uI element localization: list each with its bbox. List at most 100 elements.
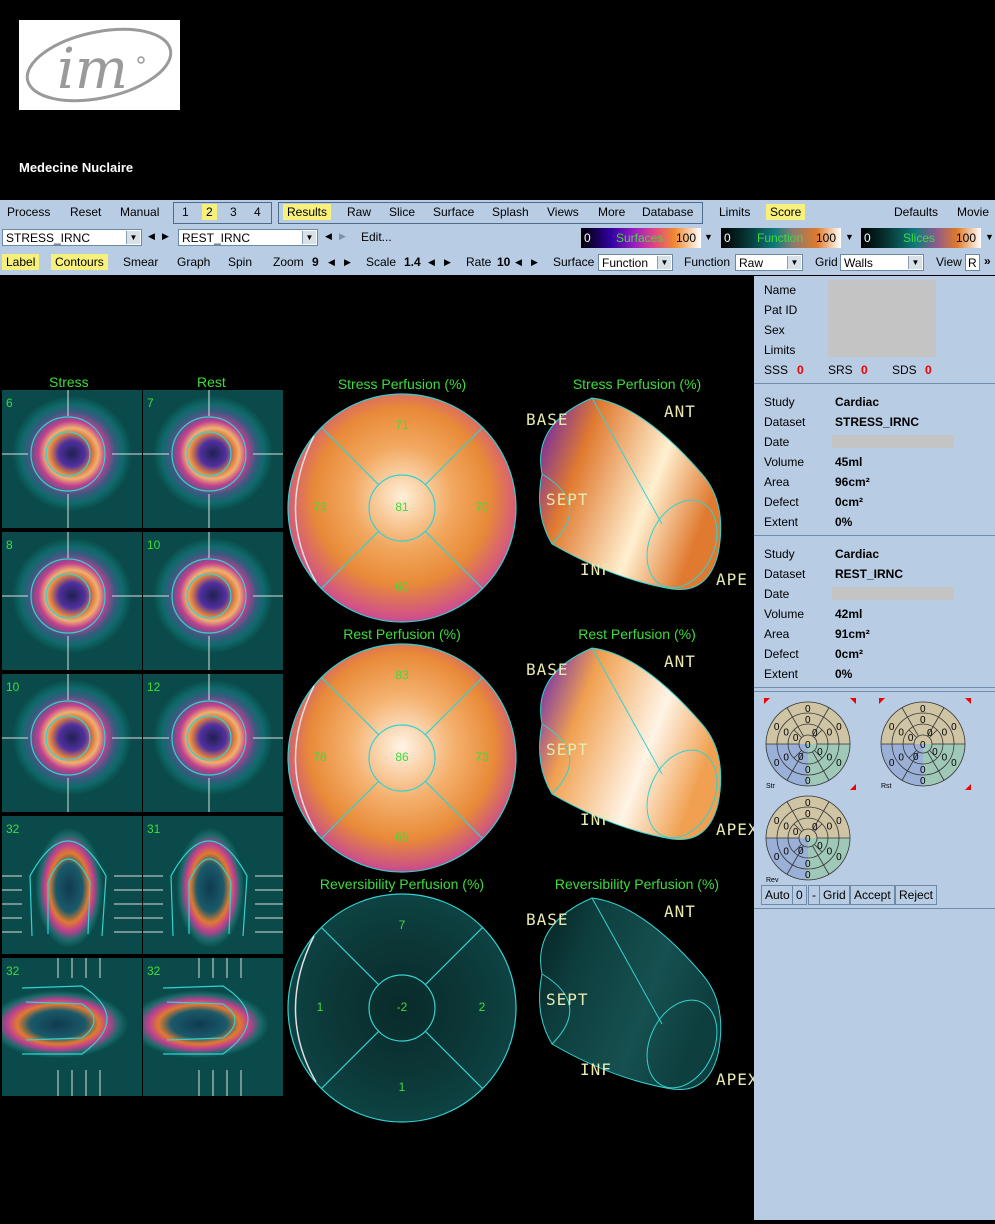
- limits-button[interactable]: Limits: [715, 204, 754, 220]
- slices-chevron-down-icon[interactable]: ▼: [985, 232, 994, 242]
- rest-column-title: Rest: [197, 374, 226, 390]
- slice-number: 32: [6, 964, 20, 978]
- score-bullseye[interactable]: 000000000000000 00Rst: [879, 698, 971, 790]
- process-button[interactable]: Process: [3, 204, 54, 220]
- splash-tab[interactable]: Splash: [488, 204, 533, 220]
- svg-text:Rev: Rev: [766, 877, 779, 884]
- polar-map: 83 78 86 73 65: [286, 642, 518, 874]
- svg-text:0: 0: [942, 728, 948, 739]
- function-chevron-down-icon[interactable]: ▼: [845, 232, 854, 242]
- function-select[interactable]: Raw ▼: [735, 254, 803, 271]
- im-logo-graphic: im: [25, 27, 173, 103]
- label-toggle[interactable]: Label: [2, 254, 40, 270]
- slice-contours: [2, 532, 142, 670]
- score-bullseye[interactable]: 000000000000000 00Rev: [764, 792, 856, 884]
- slice-image: 32: [143, 958, 283, 1096]
- svg-text:0: 0: [812, 822, 818, 833]
- slice-contours: [2, 840, 142, 937]
- slices-colorbar[interactable]: 0 Slices 100: [861, 228, 981, 248]
- edit-button[interactable]: Edit...: [357, 229, 396, 245]
- rate-increase-icon[interactable]: ▶: [527, 256, 542, 269]
- score-button[interactable]: Score: [766, 204, 806, 220]
- next-stress-icon[interactable]: ▶: [158, 230, 173, 243]
- sex-label: Sex: [764, 323, 785, 337]
- polar-map-title: Stress Perfusion (%): [337, 376, 467, 392]
- next-rest-icon[interactable]: ▶: [335, 230, 350, 243]
- page-3-button[interactable]: 3: [226, 204, 241, 220]
- surfaces-min: 0: [584, 231, 591, 245]
- function-colorbar[interactable]: 0 Function 100: [721, 228, 841, 248]
- database-tab[interactable]: Database: [638, 204, 697, 220]
- sss-label: SSS: [764, 363, 789, 377]
- prev-stress-icon[interactable]: ◀: [144, 230, 159, 243]
- surface-label-apex: APEX: [716, 1070, 759, 1089]
- svg-text:im: im: [57, 37, 128, 102]
- more-tab[interactable]: More: [594, 204, 629, 220]
- page-4-button[interactable]: 4: [250, 204, 265, 220]
- stress-study-label: Study: [764, 395, 795, 409]
- raw-tab[interactable]: Raw: [343, 204, 375, 220]
- zoom-increase-icon[interactable]: ▶: [340, 256, 355, 269]
- smear-toggle[interactable]: Smear: [119, 254, 162, 270]
- views-tab[interactable]: Views: [543, 204, 583, 220]
- slice-number: 32: [147, 964, 161, 978]
- stress-area-value: 96cm²: [835, 475, 870, 489]
- surface-tab[interactable]: Surface: [429, 204, 478, 220]
- surface-select[interactable]: Function ▼: [598, 254, 673, 271]
- svg-text:0: 0: [793, 827, 799, 838]
- rest-area-value: 91cm²: [835, 627, 870, 641]
- grid-label: Grid: [815, 255, 838, 269]
- scale-increase-icon[interactable]: ▶: [440, 256, 455, 269]
- reject-button[interactable]: Reject: [895, 885, 938, 905]
- svg-text:0: 0: [798, 752, 804, 763]
- spin-toggle[interactable]: Spin: [224, 254, 256, 270]
- scale-decrease-icon[interactable]: ◀: [424, 256, 439, 269]
- svg-text:0: 0: [774, 722, 780, 733]
- accept-button[interactable]: Accept: [850, 885, 895, 905]
- stress-dataset-select[interactable]: STRESS_IRNC ▼: [2, 229, 142, 246]
- chevron-down-icon: ▼: [126, 231, 140, 244]
- contours-toggle[interactable]: Contours: [51, 254, 108, 270]
- polar-value-left: 78: [313, 750, 327, 764]
- grid-button[interactable]: Grid: [819, 885, 850, 905]
- overflow-chevron-icon[interactable]: »: [980, 253, 995, 269]
- surfaces-chevron-down-icon[interactable]: ▼: [704, 232, 713, 242]
- grid-select[interactable]: Walls ▼: [840, 254, 924, 271]
- stress-date-redacted: [832, 435, 954, 448]
- surface-label-ant: ANT: [664, 902, 696, 921]
- reset-button[interactable]: Reset: [66, 204, 105, 220]
- svg-text:0: 0: [774, 758, 780, 769]
- svg-text:0: 0: [817, 747, 823, 758]
- manual-button[interactable]: Manual: [116, 204, 163, 220]
- function-min: 0: [724, 231, 731, 245]
- page-2-button[interactable]: 2: [202, 204, 217, 220]
- surface-label-base: BASE: [526, 910, 569, 929]
- function-max: 100: [816, 231, 837, 245]
- zero-button[interactable]: 0: [792, 885, 807, 905]
- rate-label: Rate: [466, 255, 492, 269]
- rest-dataset-select[interactable]: REST_IRNC ▼: [178, 229, 318, 246]
- surface-label-inf: INF: [580, 810, 612, 829]
- movie-button[interactable]: Movie: [953, 204, 993, 220]
- slice-number: 10: [6, 680, 20, 694]
- page-1-button[interactable]: 1: [178, 204, 193, 220]
- results-tab[interactable]: Results: [283, 204, 332, 220]
- surface-label-inf: INF: [580, 560, 612, 579]
- defaults-button[interactable]: Defaults: [890, 204, 942, 220]
- zoom-decrease-icon[interactable]: ◀: [324, 256, 339, 269]
- prev-rest-icon[interactable]: ◀: [321, 230, 336, 243]
- view-select[interactable]: R: [965, 254, 980, 271]
- patid-label: Pat ID: [764, 303, 798, 317]
- stress-dataset-label: Dataset: [764, 415, 806, 429]
- divider: [754, 908, 995, 909]
- rest-study-label: Study: [764, 547, 795, 561]
- scale-value: 1.4: [404, 255, 421, 269]
- rest-date-label: Date: [764, 587, 790, 601]
- rate-decrease-icon[interactable]: ◀: [511, 256, 526, 269]
- graph-toggle[interactable]: Graph: [173, 254, 214, 270]
- slice-tab[interactable]: Slice: [385, 204, 419, 220]
- auto-button[interactable]: Auto: [761, 885, 794, 905]
- surfaces-colorbar[interactable]: 0 Surfaces 100: [581, 228, 701, 248]
- svg-text:0: 0: [836, 816, 842, 827]
- score-bullseye[interactable]: 000000000000000 00Str: [764, 698, 856, 790]
